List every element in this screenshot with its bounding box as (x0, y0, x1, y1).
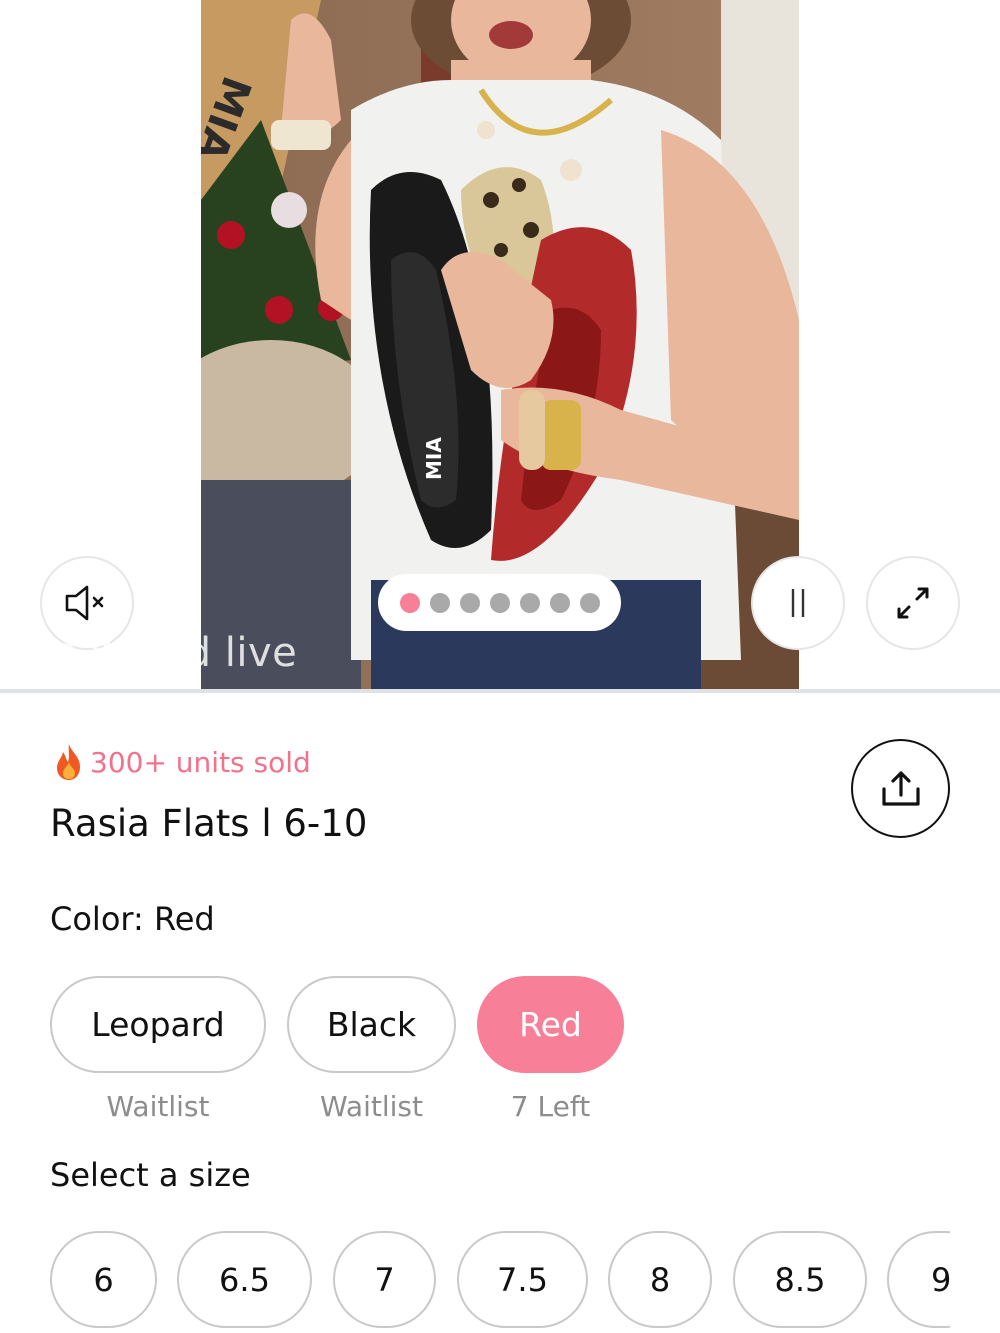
size-option-8[interactable]: 8 (608, 1231, 712, 1328)
size-option-7[interactable]: 7 (333, 1231, 436, 1328)
expand-icon (897, 587, 929, 619)
color-status-red: 7 Left (510, 1090, 591, 1123)
color-option-red[interactable]: Red (477, 976, 624, 1073)
featured-live-label: Featured live (31, 630, 298, 676)
pause-button[interactable] (751, 556, 845, 650)
share-icon (881, 770, 920, 806)
section-divider (0, 689, 1000, 693)
carousel-dot-4[interactable] (489, 592, 510, 613)
units-sold-text: 300+ units sold (90, 745, 311, 779)
carousel-dot-5[interactable] (519, 592, 540, 613)
color-option-leopard[interactable]: Leopard (50, 976, 266, 1073)
size-label: Select a size (50, 1156, 251, 1194)
color-option-black[interactable]: Black (287, 976, 456, 1073)
color-status-leopard: Waitlist (106, 1090, 210, 1123)
size-option-9[interactable]: 9 (887, 1231, 950, 1328)
size-options: 6 6.5 7 7.5 8 8.5 9 (0, 1231, 950, 1333)
speaker-muted-icon (65, 585, 104, 621)
svg-text:MIA: MIA (422, 437, 446, 480)
carousel-dot-6[interactable] (549, 592, 570, 613)
fullscreen-button[interactable] (866, 556, 960, 650)
size-option-6-5[interactable]: 6.5 (177, 1231, 312, 1328)
pause-icon (791, 589, 805, 617)
carousel-dot-7[interactable] (579, 592, 600, 613)
carousel-indicator (378, 574, 621, 631)
units-sold-badge: 300+ units sold (52, 742, 311, 782)
size-option-8-5[interactable]: 8.5 (733, 1231, 867, 1328)
product-title: Rasia Flats l 6-10 (50, 802, 368, 845)
flame-icon (57, 744, 80, 780)
product-media: MIA MIA Featured live (0, 0, 1000, 690)
size-option-7-5[interactable]: 7.5 (457, 1231, 588, 1328)
share-button[interactable] (851, 739, 950, 838)
color-label: Color: Red (50, 900, 215, 938)
color-status-black: Waitlist (320, 1090, 423, 1123)
carousel-dot-3[interactable] (459, 592, 480, 613)
carousel-dot-1[interactable] (399, 592, 420, 613)
size-option-6[interactable]: 6 (50, 1231, 157, 1328)
carousel-dot-2[interactable] (429, 592, 450, 613)
